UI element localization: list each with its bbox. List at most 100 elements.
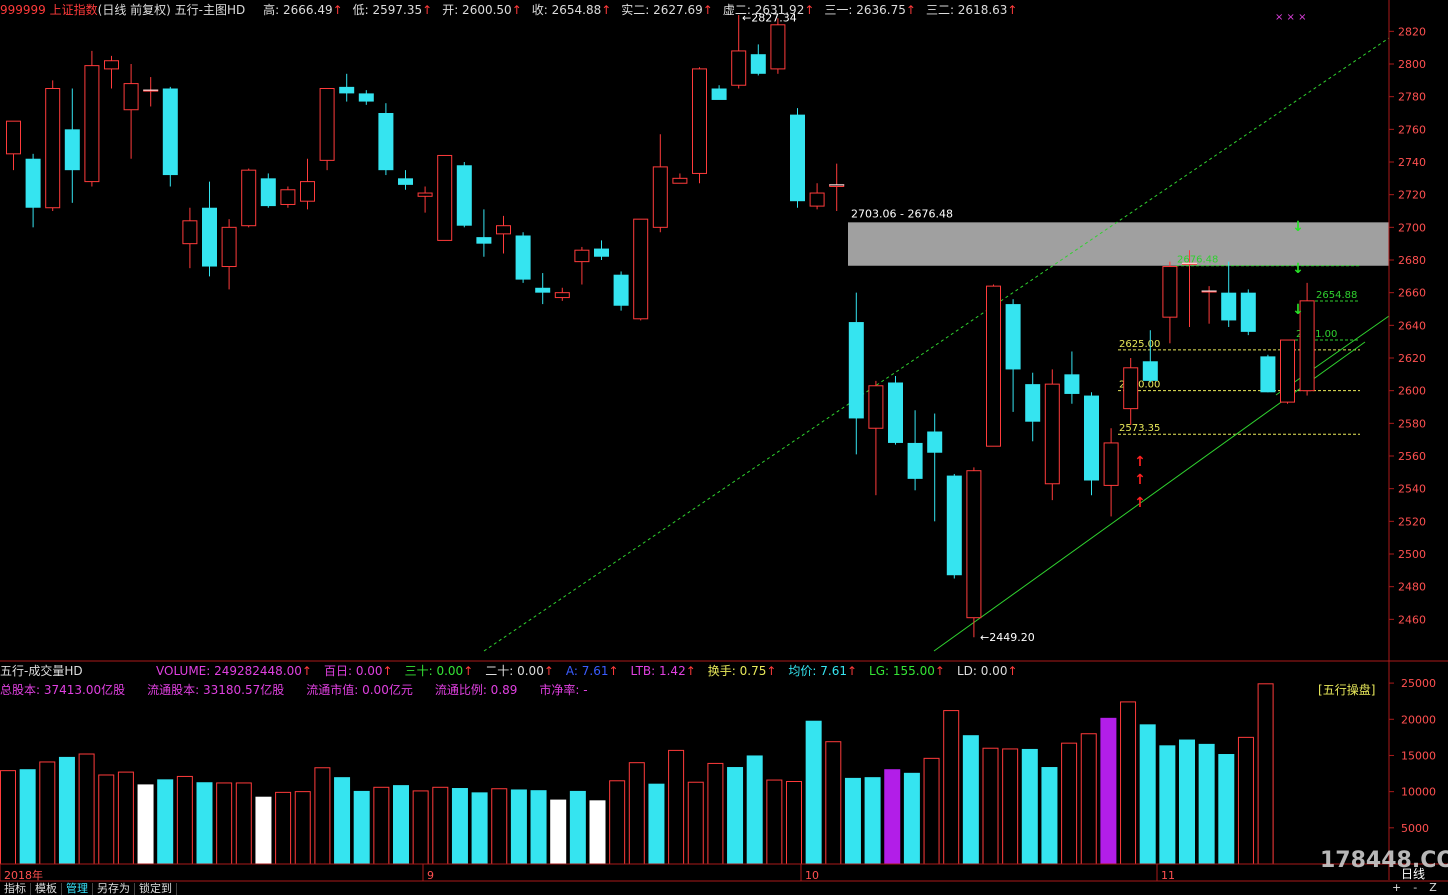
up-arrow-icon: ↑ (846, 664, 858, 678)
candle-body (1142, 361, 1158, 381)
volume-item: 换手: 0.75↑ (707, 664, 777, 678)
volume-item: 三十: 0.00↑ (404, 664, 474, 678)
tab-0[interactable]: 指标 (0, 883, 31, 895)
price-tick-label: 2660 (1398, 287, 1426, 300)
zoom-button[interactable]: + (1392, 881, 1401, 894)
candle-body (790, 114, 805, 202)
candle (594, 240, 609, 260)
candle-body (594, 248, 609, 257)
candle-body (162, 88, 178, 176)
volume-bar (648, 783, 665, 864)
candle (966, 467, 982, 638)
share-stat: 流通比例: 0.89 (434, 683, 518, 697)
candle (1103, 428, 1119, 517)
candle (143, 77, 159, 107)
watermark: 178448.COM (1320, 848, 1448, 873)
candle (260, 173, 276, 208)
candle (986, 284, 1001, 447)
candle (64, 88, 80, 203)
volume-bar (1002, 748, 1019, 865)
bottom-tabs: 指标 模板 管理 另存为 锁定到 (0, 883, 177, 895)
candle (1260, 354, 1276, 393)
volume-bar (687, 781, 704, 865)
candle (437, 154, 453, 241)
candle (378, 103, 394, 176)
zoom-buttons: + - Z (1392, 882, 1448, 894)
candlestick-chart[interactable]: 2703.06 - 2676.48 2625.002600.002573.352… (0, 0, 1448, 895)
up-arrow-icon: ↑ (543, 664, 554, 678)
candle-body (613, 274, 629, 306)
candle-body (1240, 292, 1256, 332)
volume-item: LD: 0.00↑ (956, 664, 1018, 678)
candle (652, 134, 668, 233)
share-stat: 流通市值: 0.00亿元 (306, 683, 413, 697)
volume-bar (1179, 739, 1195, 864)
candle-body (633, 218, 649, 320)
volume-bar (1237, 736, 1254, 865)
volume-bar (962, 735, 979, 864)
volume-item: VOLUME: 249282448.00↑ (156, 664, 312, 678)
candle-body (1044, 383, 1060, 485)
volume-item: 均价: 7.61↑ (788, 664, 858, 678)
volume-bar (393, 785, 409, 864)
date-label: 9 (427, 869, 434, 882)
volume-bar (1257, 683, 1274, 865)
candle (398, 170, 413, 190)
price-tick-label: 2580 (1398, 417, 1426, 430)
volume-bar (0, 770, 16, 865)
candle (456, 162, 472, 228)
candle (45, 80, 61, 211)
candle (554, 287, 570, 301)
candle (770, 18, 786, 74)
candle (1221, 261, 1237, 327)
price-tick-label: 2600 (1398, 385, 1426, 398)
tab-1[interactable]: 模板 (31, 883, 62, 895)
volume-tick-label: 15000 (1401, 749, 1436, 762)
volume-bar (235, 782, 252, 865)
tab-3[interactable]: 另存为 (93, 883, 135, 895)
candle-body (1025, 384, 1041, 422)
candle-body (319, 88, 335, 161)
level-label: 2625.00 (1119, 339, 1160, 350)
zone-label: 2703.06 - 2676.48 (851, 207, 953, 220)
volume-item: LG: 155.00↑ (869, 664, 945, 678)
volume-bar (923, 757, 940, 865)
zoom-button[interactable]: Z (1429, 881, 1437, 894)
wuxing-trade-button[interactable]: [五行操盘] (1318, 682, 1375, 698)
candle-body (123, 83, 139, 111)
candle-body (711, 88, 727, 100)
zoom-button[interactable]: - (1413, 881, 1417, 894)
stock-chart-window: 999999 上证指数(日线 前复权) 五行-主图HD 高: 2666.49↑ 低… (0, 0, 1448, 895)
volume-indicator-name[interactable]: 五行-成交量HD (0, 664, 83, 678)
level-label: 2573.35 (1119, 423, 1160, 434)
candle-body (535, 287, 551, 293)
candle (574, 246, 590, 285)
volume-bar (589, 800, 606, 864)
volume-bar (334, 777, 351, 864)
candle (1240, 289, 1256, 336)
tab-4[interactable]: 锁定到 (135, 883, 177, 895)
candle (300, 158, 315, 210)
volume-bar (530, 790, 547, 864)
candle (339, 73, 355, 102)
volume-bar (550, 799, 567, 864)
tab-2[interactable]: 管理 (62, 883, 93, 895)
date-label: 11 (1161, 869, 1175, 882)
candle (241, 168, 257, 228)
volume-bar (1021, 748, 1038, 864)
volume-bar (727, 767, 744, 864)
candle (750, 44, 766, 76)
volume-bar (1120, 701, 1137, 865)
price-tick-label: 2620 (1398, 352, 1426, 365)
resistance-zone (848, 222, 1389, 266)
volume-bar (1218, 754, 1235, 864)
candle (25, 153, 41, 228)
volume-bar (196, 782, 213, 864)
candle-body (946, 475, 962, 576)
volume-bar (255, 796, 272, 864)
candle-body (1084, 395, 1099, 481)
price-tick-label: 2720 (1398, 189, 1426, 202)
volume-tick-label: 20000 (1401, 713, 1436, 726)
volume-bar (844, 777, 861, 864)
candle-body (417, 192, 433, 197)
